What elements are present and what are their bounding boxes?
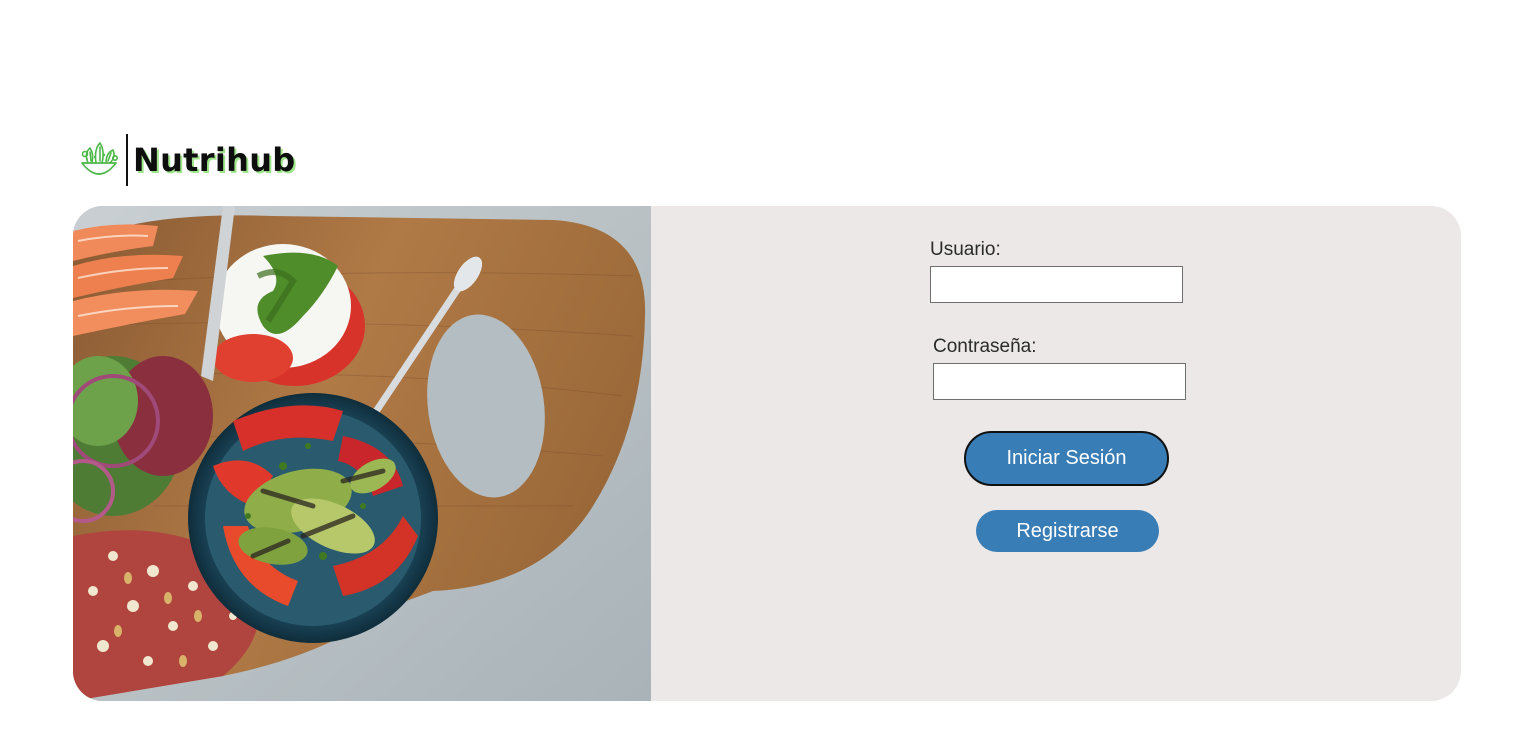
login-form: Usuario: Contraseña: Iniciar Sesión Regi…	[651, 206, 1461, 701]
login-button[interactable]: Iniciar Sesión	[964, 431, 1169, 486]
brand-name: Nutrihub	[133, 141, 296, 179]
password-label: Contraseña:	[933, 336, 1037, 357]
username-input[interactable]	[930, 266, 1183, 303]
food-board-photo	[73, 206, 651, 701]
salad-bowl-icon	[81, 142, 118, 175]
username-label: Usuario:	[930, 239, 1001, 260]
password-input[interactable]	[933, 363, 1186, 400]
brand-logo: Nutrihub	[76, 133, 295, 187]
logo-divider	[126, 134, 128, 186]
login-card: Usuario: Contraseña: Iniciar Sesión Regi…	[73, 206, 1461, 701]
register-button[interactable]: Registrarse	[976, 510, 1159, 552]
